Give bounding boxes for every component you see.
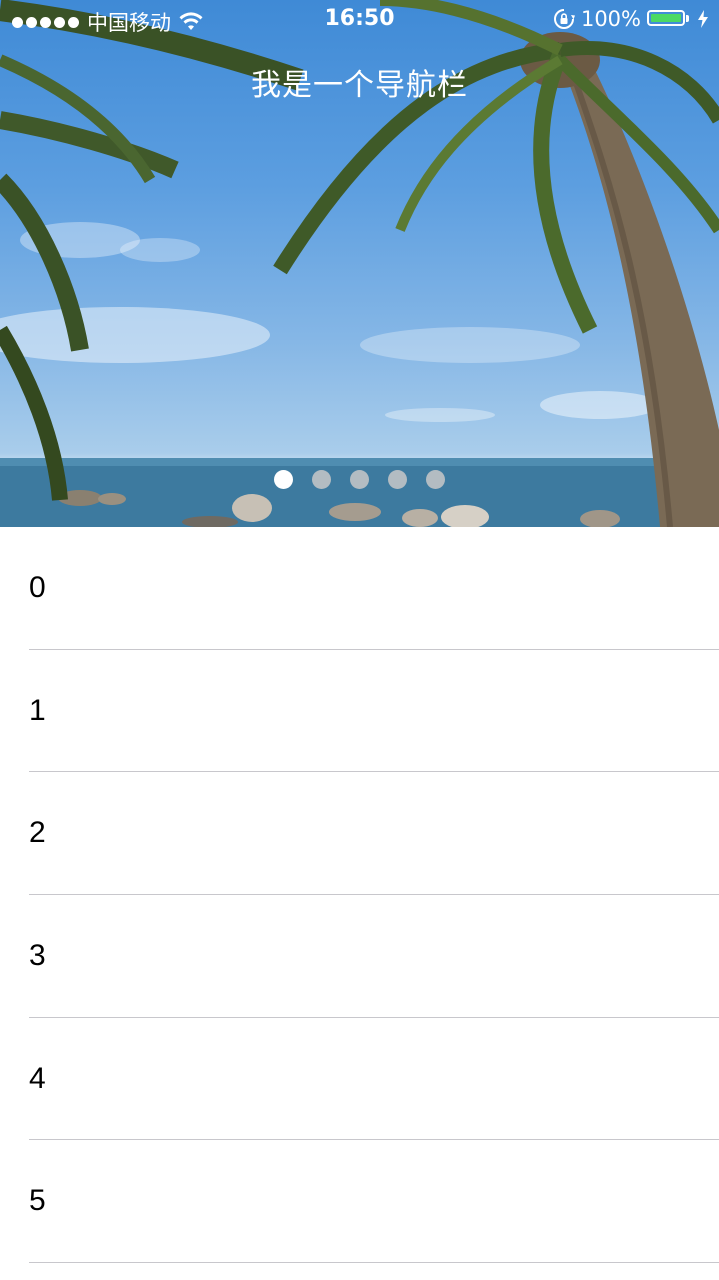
page-dot-5[interactable] (426, 470, 445, 489)
charging-icon (698, 10, 708, 28)
list-item[interactable]: 5 (29, 1140, 719, 1264)
page-dot-1[interactable] (274, 470, 293, 489)
list-item-label: 1 (29, 693, 46, 727)
nav-title: 我是一个导航栏 (251, 68, 468, 103)
list-item[interactable]: 4 (29, 1018, 719, 1141)
list-item[interactable]: 3 (29, 895, 719, 1018)
page-dot-4[interactable] (388, 470, 407, 489)
list-item[interactable]: 0 (29, 527, 719, 650)
rotation-lock-icon (553, 9, 575, 29)
banner-carousel[interactable]: 中国移动 16:50 100% 我是一个导航栏 (0, 0, 719, 527)
page-dot-3[interactable] (350, 470, 369, 489)
list-item-label: 2 (29, 816, 46, 850)
list-item[interactable]: 1 (29, 650, 719, 773)
page-control[interactable] (0, 470, 719, 489)
list-item[interactable]: 2 (29, 772, 719, 896)
status-bar: 中国移动 16:50 100% (0, 0, 719, 40)
status-right-group: 100% (553, 7, 709, 31)
list-item-label: 5 (29, 1184, 46, 1218)
battery-icon (647, 9, 691, 29)
battery-percent: 100% (580, 7, 641, 31)
list-item-label: 4 (29, 1061, 46, 1095)
page-dot-2[interactable] (312, 470, 331, 489)
list-item-label: 0 (29, 571, 46, 604)
battery-fill (651, 14, 681, 22)
table-list: 0 1 2 3 4 5 (0, 527, 719, 1264)
list-item-label: 3 (29, 939, 46, 973)
